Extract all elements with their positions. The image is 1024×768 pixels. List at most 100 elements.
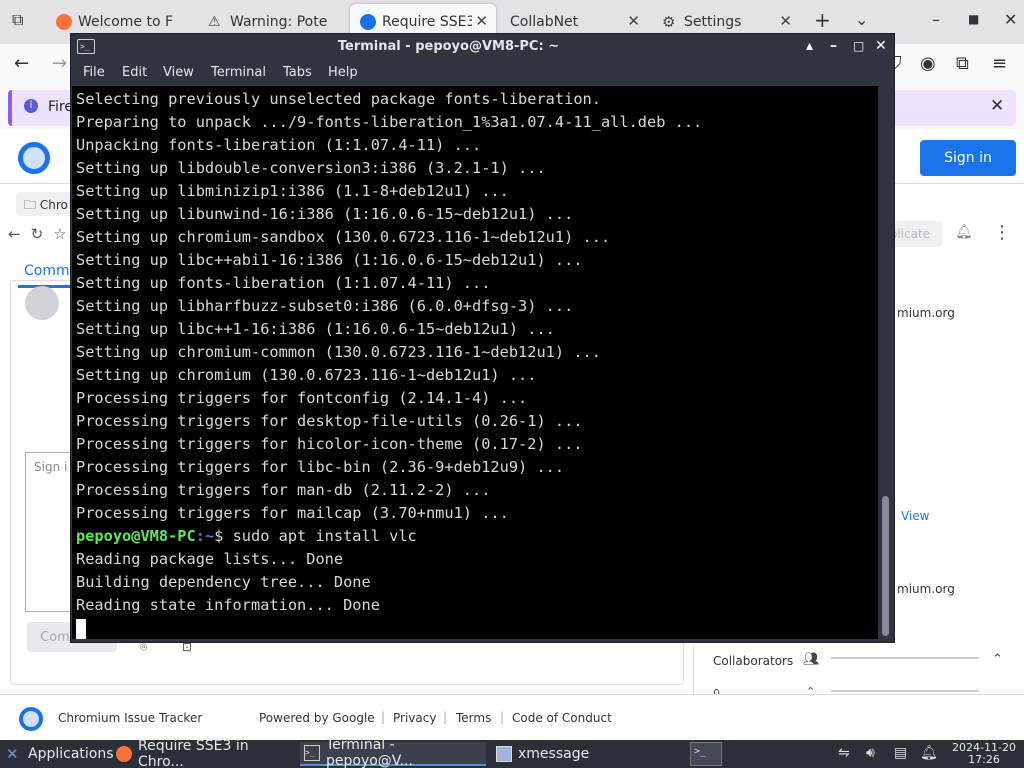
firefox-icon bbox=[116, 746, 132, 762]
close-tab-icon[interactable]: ✕ bbox=[627, 12, 640, 30]
notification-bell-icon[interactable]: 🔔︎ bbox=[920, 745, 938, 761]
terminal-line: Setting up chromium (130.0.6723.116-1~de… bbox=[76, 366, 537, 384]
window-label: xmessage bbox=[518, 746, 590, 762]
avatar bbox=[25, 286, 59, 320]
hamburger-menu-icon[interactable]: ≡ bbox=[992, 53, 1007, 74]
close-tab-icon[interactable]: ✕ bbox=[779, 12, 792, 30]
workspace-switcher[interactable]: >_ bbox=[690, 742, 722, 766]
menu-view[interactable]: View bbox=[163, 65, 194, 80]
terminal-line: Setting up libdouble-conversion3:i386 (3… bbox=[76, 159, 546, 177]
terminal-output: Selecting previously unselected package … bbox=[76, 88, 702, 639]
cursor-line bbox=[76, 619, 702, 639]
menu-edit[interactable]: Edit bbox=[122, 65, 147, 80]
taskbar-window-terminal[interactable]: >_ Terminal - pepoyo@V... bbox=[300, 737, 486, 768]
menu-help[interactable]: Help bbox=[328, 65, 358, 80]
new-tab-icon[interactable]: + bbox=[814, 8, 831, 32]
footer-link-conduct[interactable]: Code of Conduct bbox=[512, 711, 612, 725]
taskbar-window-xmessage[interactable]: xmessage bbox=[492, 742, 672, 766]
back-arrow-icon[interactable]: ← bbox=[8, 225, 31, 243]
terminal-line: Processing triggers for man-db (2.11.2-2… bbox=[76, 481, 491, 499]
account-icon[interactable]: ◉ bbox=[920, 53, 936, 74]
applications-icon: ✕ bbox=[6, 745, 19, 763]
terminal-line: Setting up fonts-liberation (1:1.07.4-11… bbox=[76, 274, 491, 292]
collaborators-label: Collaborators bbox=[713, 654, 794, 668]
prompt-user: pepoyo@VM8-PC bbox=[76, 527, 196, 545]
window-icon bbox=[496, 746, 512, 762]
menu-tabs[interactable]: Tabs bbox=[283, 65, 312, 80]
breadcrumb[interactable]: 🗀 Chro bbox=[16, 192, 76, 216]
terminal-title: Terminal - pepoyo@VM8-PC: ~ bbox=[337, 39, 560, 54]
chevron-up-icon[interactable]: ⌃ bbox=[992, 652, 1003, 667]
terminal-menubar: File Edit View Terminal Tabs Help bbox=[71, 60, 894, 86]
warning-icon: ⚠ bbox=[208, 14, 221, 30]
firefox-icon bbox=[56, 14, 72, 30]
footer-link-privacy[interactable]: Privacy bbox=[393, 711, 436, 725]
terminal-line: Setting up libunwind-16:i386 (1:16.0.6-1… bbox=[76, 205, 574, 223]
network-icon[interactable]: ⇋ bbox=[838, 745, 850, 761]
terminal-window[interactable]: >_ Terminal - pepoyo@VM8-PC: ~ ▴ – □ ✕ F… bbox=[70, 33, 895, 643]
clipboard-icon[interactable]: ▤ bbox=[894, 745, 907, 761]
view-link[interactable]: View bbox=[901, 509, 929, 523]
close-tab-icon[interactable]: ✕ bbox=[475, 12, 488, 30]
terminal-line: Reading package lists... Done bbox=[76, 550, 344, 568]
tab-overview-icon[interactable]: ⧉ bbox=[12, 10, 23, 30]
terminal-line: Processing triggers for hicolor-icon-the… bbox=[76, 435, 583, 453]
terminal-line: Reading state information... Done bbox=[76, 596, 380, 614]
close-window-icon[interactable]: ✕ bbox=[1004, 10, 1017, 29]
gear-icon: ⚙ bbox=[662, 13, 676, 31]
refresh-icon[interactable]: ↻ bbox=[31, 225, 54, 243]
terminal-scrollbar[interactable] bbox=[878, 86, 894, 639]
window-label: Terminal - pepoyo@V... bbox=[326, 737, 413, 768]
terminal-line: Preparing to unpack .../9-fonts-liberati… bbox=[76, 113, 703, 131]
footer-title: Chromium Issue Tracker bbox=[58, 711, 203, 725]
divider bbox=[831, 690, 979, 692]
terminal-line: Processing triggers for mailcap (3.70+nm… bbox=[76, 504, 509, 522]
clock[interactable]: 2024-11-20 17:26 bbox=[948, 742, 1020, 766]
comment-input[interactable] bbox=[25, 452, 75, 612]
terminal-titlebar[interactable]: >_ Terminal - pepoyo@VM8-PC: ~ ▴ – □ ✕ bbox=[71, 34, 894, 60]
separator: | bbox=[443, 710, 448, 724]
terminal-line: Setting up libminizip1:i386 (1.1-8+deb12… bbox=[76, 182, 509, 200]
tab-label: Require SSE3 bbox=[382, 14, 472, 30]
window-label: Require SSE3 in Chro... bbox=[138, 738, 249, 768]
tab-comments[interactable]: Comm bbox=[24, 263, 70, 279]
maximize-icon[interactable]: ■ bbox=[968, 12, 979, 26]
list-tabs-chevron-icon[interactable]: ⌄ bbox=[855, 10, 868, 29]
maximize-icon[interactable]: □ bbox=[853, 39, 864, 53]
dropdown-arrow-icon[interactable]: ▴ bbox=[806, 38, 813, 54]
powered-by-google: Powered by Google bbox=[259, 711, 375, 725]
terminal-line: Setting up libc++abi1-16:i386 (1:16.0.6-… bbox=[76, 251, 583, 269]
scrollbar-thumb[interactable] bbox=[882, 496, 889, 636]
applications-menu-button[interactable]: ✕ Applications ⋮ bbox=[2, 742, 132, 766]
volume-icon[interactable]: 🔊︎ bbox=[866, 745, 875, 761]
minimize-icon[interactable]: – bbox=[830, 38, 837, 54]
minimize-icon[interactable]: – bbox=[932, 10, 940, 29]
text-cursor bbox=[76, 619, 86, 639]
extensions-icon[interactable]: ⧉ bbox=[956, 53, 969, 74]
menu-file[interactable]: File bbox=[83, 65, 105, 80]
site-footer: Chromium Issue Tracker Powered by Google… bbox=[0, 694, 1024, 740]
people-icon: 👥︎ bbox=[803, 652, 820, 667]
prompt-symbol: $ bbox=[214, 527, 233, 545]
close-icon[interactable]: ✕ bbox=[875, 38, 887, 54]
breadcrumb-label: Chro bbox=[39, 198, 68, 212]
terminal-line: Unpacking fonts-liberation (1:1.07.4-11)… bbox=[76, 136, 482, 154]
back-arrow-icon[interactable]: ← bbox=[14, 53, 29, 74]
close-notification-icon[interactable]: ✕ bbox=[990, 96, 1004, 116]
taskbar-window-firefox[interactable]: Require SSE3 in Chro... bbox=[112, 738, 296, 768]
bell-icon[interactable]: 🔔︎ bbox=[955, 224, 973, 240]
chromium-favicon-icon bbox=[360, 14, 376, 30]
more-vert-icon[interactable]: ⋮ bbox=[993, 222, 1011, 243]
terminal-line: Setting up chromium-common (130.0.6723.1… bbox=[76, 343, 601, 361]
terminal-screen[interactable]: Selecting previously unselected package … bbox=[72, 86, 878, 639]
chromium-logo-icon[interactable] bbox=[18, 142, 50, 174]
chromium-logo-icon[interactable] bbox=[19, 707, 43, 731]
divider bbox=[831, 657, 979, 659]
tab-label: Warning: Pote bbox=[230, 14, 328, 30]
forward-arrow-icon[interactable]: → bbox=[52, 53, 67, 74]
issue-nav-row: ←↻☆ bbox=[8, 225, 77, 243]
footer-link-terms[interactable]: Terms bbox=[456, 711, 491, 725]
terminal-line: Setting up libharfbuzz-subset0:i386 (6.0… bbox=[76, 297, 574, 315]
sign-in-button[interactable]: Sign in bbox=[920, 140, 1016, 176]
menu-terminal[interactable]: Terminal bbox=[211, 65, 266, 80]
